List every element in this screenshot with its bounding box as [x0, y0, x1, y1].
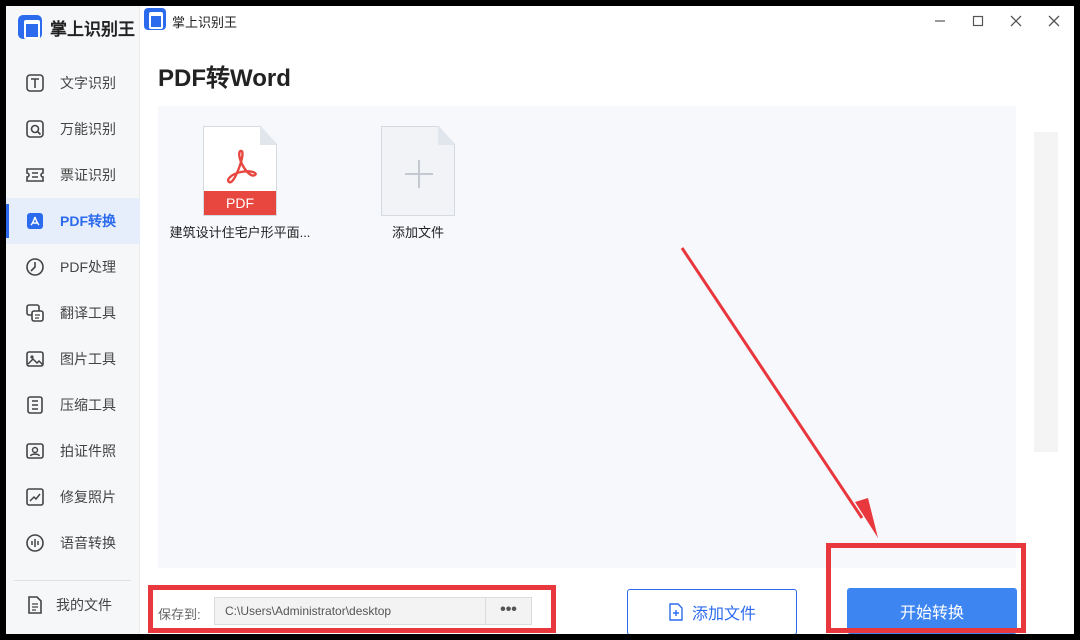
annotation-arrow-line — [680, 247, 864, 519]
annotation-arrow — [680, 247, 878, 538]
annotation-arrow-head — [855, 498, 878, 538]
